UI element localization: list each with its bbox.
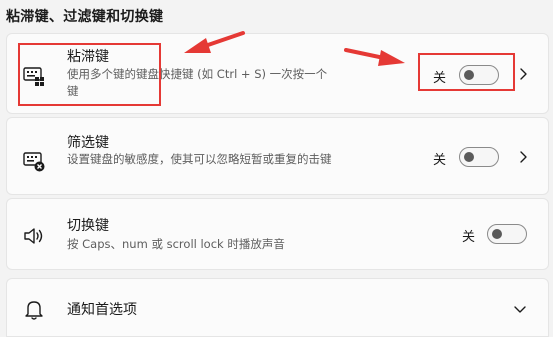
chevron-down-icon[interactable] [513, 302, 527, 316]
toggle-keys-state-label: 关 [462, 230, 476, 245]
chevron-right-icon[interactable] [516, 150, 530, 164]
notification-preferences-title: 通知首选项 [67, 302, 137, 318]
speaker-icon [24, 228, 43, 244]
sticky-keys-icon [23, 67, 44, 86]
filter-keys-row[interactable]: 筛选键 设置键盘的敏感度，使其可以忽略短暂或重复的击键 关 [6, 117, 549, 195]
filter-keys-toggle[interactable] [459, 147, 499, 167]
toggle-keys-row[interactable]: 切换键 按 Caps、num 或 scroll lock 时播放声音 关 [6, 198, 549, 270]
sticky-keys-toggle[interactable] [459, 65, 499, 85]
sticky-keys-title: 粘滞键 [67, 49, 109, 65]
section-title: 粘滞键、过滤键和切换键 [6, 9, 164, 25]
toggle-knob [492, 229, 502, 239]
sticky-keys-description: 使用多个键的键盘快捷键 (如 Ctrl + S) 一次按一个键 [67, 67, 328, 98]
toggle-knob [464, 70, 474, 80]
notification-preferences-row[interactable]: 通知首选项 [6, 278, 549, 337]
toggle-keys-title: 切换键 [67, 218, 109, 234]
toggle-keys-description: 按 Caps、num 或 scroll lock 时播放声音 [67, 237, 285, 251]
sticky-keys-row[interactable]: 粘滞键 使用多个键的键盘快捷键 (如 Ctrl + S) 一次按一个键 关 [6, 33, 549, 114]
filter-keys-state-label: 关 [433, 153, 447, 168]
filter-keys-title: 筛选键 [67, 135, 109, 151]
chevron-right-icon[interactable] [516, 67, 530, 81]
filter-keys-description: 设置键盘的敏感度，使其可以忽略短暂或重复的击键 [67, 152, 332, 166]
filter-keys-icon [23, 152, 45, 172]
bell-icon [25, 301, 43, 320]
toggle-knob [464, 152, 474, 162]
toggle-keys-toggle[interactable] [487, 224, 527, 244]
sticky-keys-state-label: 关 [433, 71, 447, 86]
